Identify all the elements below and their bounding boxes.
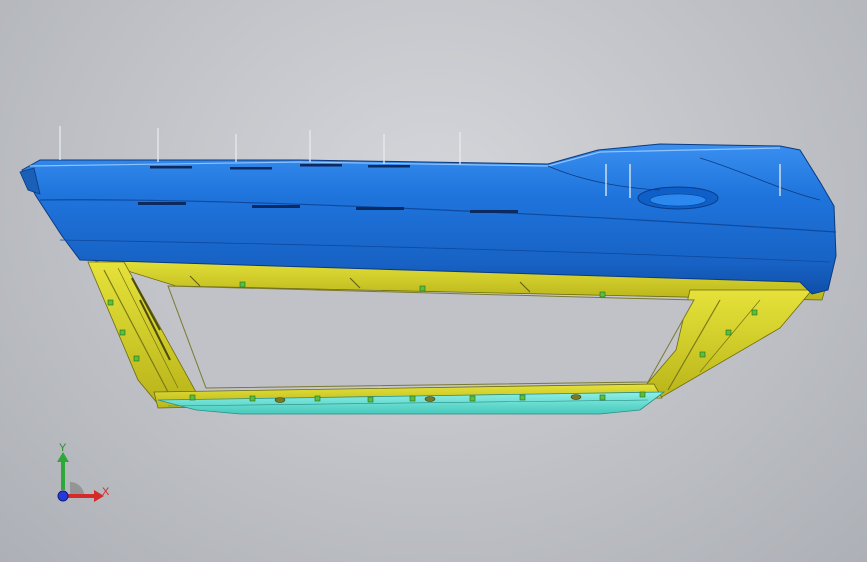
y-axis-label: Y bbox=[59, 442, 67, 454]
coordinate-triad: Y X bbox=[44, 440, 124, 510]
x-axis-label: X bbox=[102, 486, 110, 498]
z-axis-dot-icon bbox=[57, 490, 69, 502]
inner-frame[interactable] bbox=[85, 257, 831, 409]
graphics-viewport[interactable]: Y X bbox=[0, 0, 867, 562]
door-assembly-model[interactable] bbox=[0, 0, 867, 562]
